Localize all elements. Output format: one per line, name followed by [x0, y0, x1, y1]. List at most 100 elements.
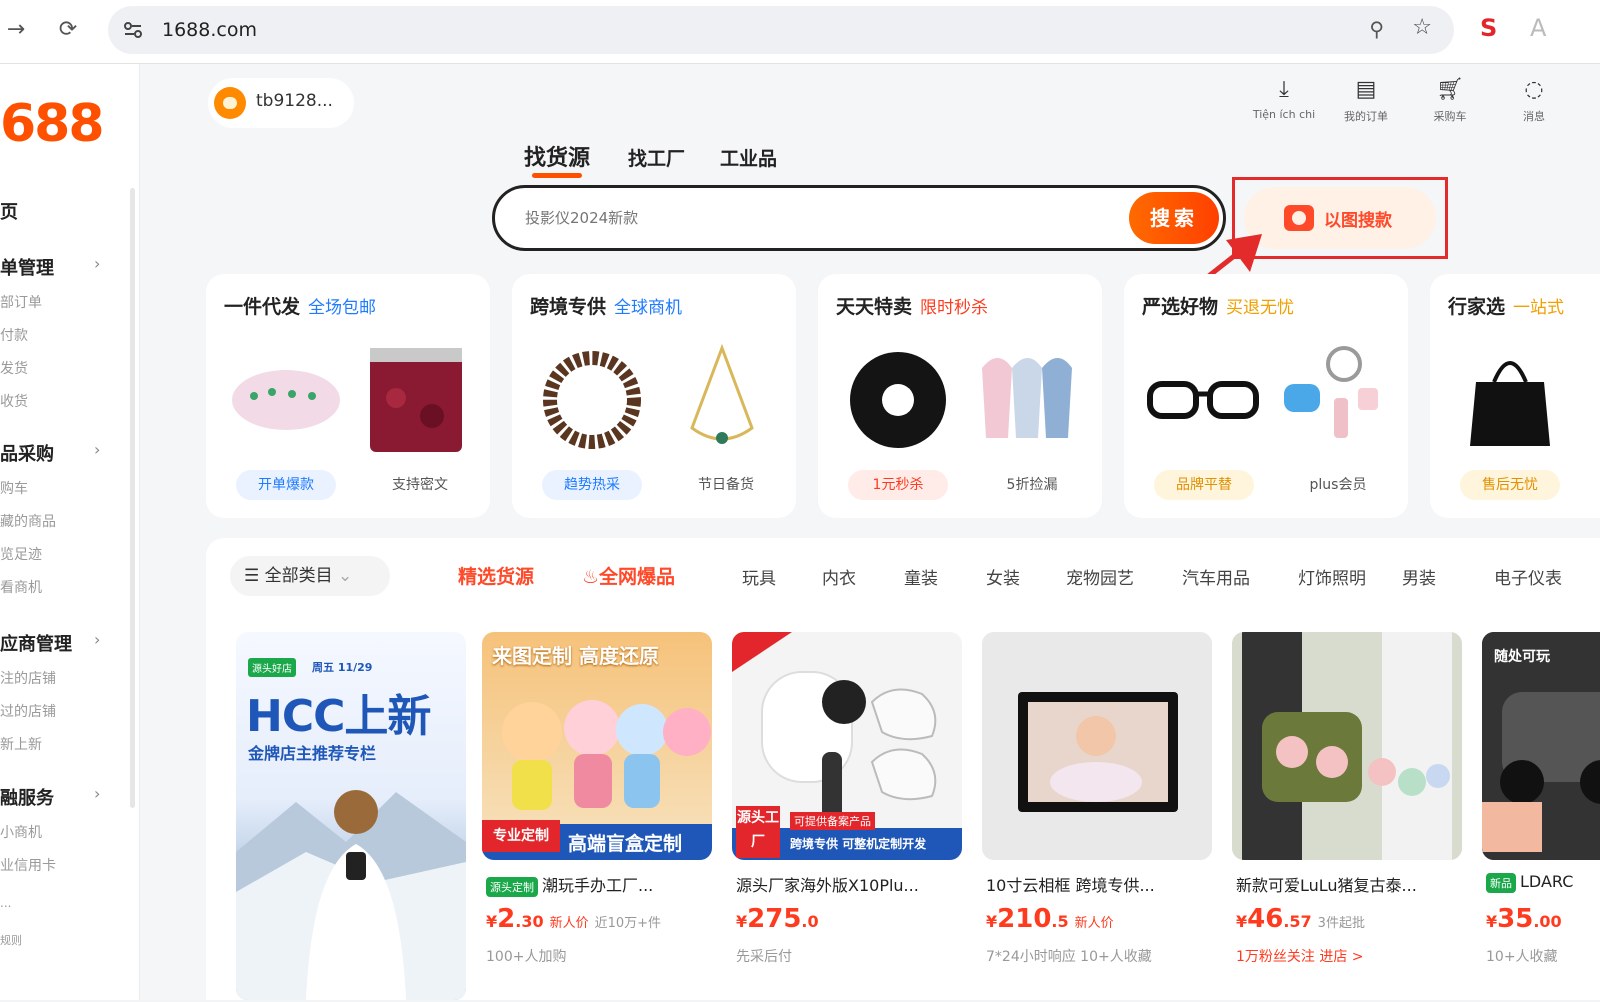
promo-card-daily-deals[interactable]: 天天特卖 限时秒杀 1元秒杀 5折捡漏: [818, 274, 1102, 518]
promo-label[interactable]: 5折捡漏: [982, 474, 1082, 494]
category-item[interactable]: 男装: [1402, 564, 1436, 589]
category-item[interactable]: 灯饰照明: [1298, 564, 1366, 589]
download-extension-button[interactable]: ⤓ Tiện ích chi: [1244, 76, 1324, 121]
sidebar-subitem[interactable]: 付款: [0, 325, 28, 345]
product-image[interactable]: 来图定制 高度还原 专业定制 高端盲盒定制: [482, 632, 712, 860]
product-image[interactable]: [1232, 632, 1462, 860]
product-card[interactable]: 源头工厂 可提供备案产品 跨境专供 可整机定制开发 源头厂家海外版X10Plu.…: [732, 632, 962, 1002]
sidebar-item-home[interactable]: 页: [0, 198, 18, 224]
message-icon: ◌: [1524, 77, 1544, 102]
sidebar-subitem[interactable]: 发货: [0, 358, 28, 378]
category-item[interactable]: 汽车用品: [1182, 564, 1250, 589]
product-card[interactable]: 10寸云相框 跨境专供... ¥210.5 新人价 7*24小时响应 10+人收藏: [982, 632, 1212, 1002]
cart-icon: 🛒︎: [1436, 77, 1464, 102]
user-account[interactable]: tb9128...: [208, 78, 354, 128]
extension-a-icon[interactable]: A: [1530, 14, 1546, 42]
product-thumbnail[interactable]: [226, 338, 346, 458]
tab-find-factory[interactable]: 找工厂: [628, 144, 685, 171]
toy-figures-illustration: [502, 700, 711, 810]
sidebar-item-suppliers[interactable]: 应商管理 ›: [0, 630, 100, 656]
product-thumbnail[interactable]: [1274, 338, 1394, 458]
category-item[interactable]: 内衣: [822, 564, 856, 589]
category-hot[interactable]: ♨全网爆品: [582, 562, 675, 589]
site-settings-icon[interactable]: [122, 19, 144, 41]
category-item[interactable]: 玩具: [742, 564, 776, 589]
chevron-right-icon: ›: [94, 630, 101, 649]
category-item[interactable]: 童装: [904, 564, 938, 589]
sidebar-item-finance[interactable]: 融服务 ›: [0, 784, 100, 810]
product-thumbnail[interactable]: [532, 338, 652, 458]
product-meta: 100+人加购: [486, 949, 567, 965]
product-title[interactable]: 新款可爱LuLu猪复古泰...: [1236, 872, 1462, 896]
search-input[interactable]: [525, 205, 1085, 231]
category-featured[interactable]: 精选货源: [458, 562, 534, 589]
promo-label[interactable]: plus会员: [1288, 474, 1388, 494]
product-meta[interactable]: 1万粉丝关注 进店 >: [1236, 946, 1364, 966]
promo-card-expert-pick[interactable]: 行家选 一站式 售后无忧: [1430, 274, 1600, 518]
promo-tag[interactable]: 1元秒杀: [848, 470, 948, 500]
promo-tag[interactable]: 售后无忧: [1460, 470, 1560, 500]
sidebar-subitem[interactable]: 小商机: [0, 822, 42, 842]
tab-industrial[interactable]: 工业品: [720, 144, 777, 171]
sidebar-scrollbar[interactable]: [130, 188, 135, 808]
extension-s-icon[interactable]: S: [1480, 14, 1497, 42]
product-card[interactable]: 随处可玩 新品 LDARC ¥35.00 10+人收藏: [1482, 632, 1600, 1002]
forward-icon[interactable]: →: [0, 14, 32, 46]
product-thumbnail[interactable]: [1144, 338, 1264, 458]
sidebar-subitem[interactable]: 部订单: [0, 292, 42, 312]
product-title[interactable]: 新品 LDARC: [1486, 872, 1600, 893]
product-title[interactable]: 源头定制 潮玩手办工厂...: [486, 872, 712, 897]
sidebar-item-purchasing[interactable]: 品采购 ›: [0, 440, 100, 466]
messages-button[interactable]: ◌ 消息: [1494, 76, 1574, 124]
sidebar-subitem[interactable]: 购车: [0, 478, 28, 498]
sidebar-more[interactable]: ...: [0, 896, 11, 910]
hcc-banner[interactable]: 源头好店 周五 11/29 HCC上新 金牌店主推荐专栏: [236, 632, 466, 1000]
bookmark-star-icon[interactable]: ☆: [1412, 15, 1432, 40]
product-thumbnail[interactable]: [1450, 338, 1570, 458]
sidebar-subitem[interactable]: 注的店铺: [0, 668, 56, 688]
address-bar[interactable]: 1688.com ⚲ ☆: [108, 6, 1454, 54]
sidebar-subitem[interactable]: 过的店铺: [0, 701, 56, 721]
sidebar-subitem[interactable]: 收货: [0, 391, 28, 411]
product-image[interactable]: 随处可玩: [1482, 632, 1600, 860]
username[interactable]: tb9128...: [256, 91, 333, 111]
product-thumbnail[interactable]: [968, 338, 1088, 458]
product-card[interactable]: 来图定制 高度还原 专业定制 高端盲盒定制 源头定制 潮玩手办工厂... ¥2.3…: [482, 632, 712, 1002]
category-item[interactable]: 宠物园艺: [1066, 564, 1134, 589]
category-item[interactable]: 电子仪表: [1494, 564, 1562, 589]
my-orders-button[interactable]: ▤ 我的订单: [1326, 76, 1406, 124]
tab-find-source[interactable]: 找货源: [524, 140, 590, 178]
promo-label[interactable]: 支持密文: [370, 474, 470, 494]
promo-tag[interactable]: 开单爆款: [236, 470, 336, 500]
product-thumbnail[interactable]: [838, 338, 958, 458]
promo-label[interactable]: 节日备货: [676, 474, 776, 494]
url-text[interactable]: 1688.com: [162, 19, 257, 41]
sidebar-subitem[interactable]: 业信用卡: [0, 855, 56, 875]
product-card[interactable]: 新款可爱LuLu猪复古泰... ¥46.57 3件起批 1万粉丝关注 进店 >: [1232, 632, 1462, 1002]
promo-card-dropship[interactable]: 一件代发 全场包邮 开单爆款 支持密文: [206, 274, 490, 518]
sidebar-subitem[interactable]: 览足迹: [0, 544, 42, 564]
zoom-icon[interactable]: ⚲: [1369, 17, 1384, 41]
product-thumbnail[interactable]: [662, 338, 782, 458]
site-logo[interactable]: 688: [0, 94, 105, 154]
product-title[interactable]: 10寸云相框 跨境专供...: [986, 872, 1212, 896]
product-title[interactable]: 源头厂家海外版X10Plu...: [736, 872, 962, 896]
sidebar-subitem[interactable]: 新上新: [0, 734, 42, 754]
promo-tag[interactable]: 趋势热采: [542, 470, 642, 500]
all-categories-dropdown[interactable]: ☰ 全部类目 ⌄: [230, 556, 390, 596]
product-image[interactable]: [982, 632, 1212, 860]
product-thumbnail[interactable]: [356, 338, 476, 458]
sidebar-subitem[interactable]: 看商机: [0, 577, 42, 597]
sidebar-item-orders[interactable]: 单管理 ›: [0, 254, 100, 280]
product-image[interactable]: 源头工厂 可提供备案产品 跨境专供 可整机定制开发: [732, 632, 962, 860]
avatar: [214, 87, 246, 119]
reload-icon[interactable]: ⟳: [52, 14, 84, 46]
cart-button[interactable]: 🛒︎ 采购车: [1410, 76, 1490, 124]
product-price: ¥210.5 新人价: [986, 904, 1114, 934]
sidebar-subitem[interactable]: 藏的商品: [0, 511, 56, 531]
sidebar-footer-link[interactable]: 规则: [0, 932, 22, 948]
promo-card-crossborder[interactable]: 跨境专供 全球商机 趋势热采 节日备货: [512, 274, 796, 518]
promo-tag[interactable]: 品牌平替: [1154, 470, 1254, 500]
promo-card-selected[interactable]: 严选好物 买退无忧 品牌平替 plus会员: [1124, 274, 1408, 518]
category-item[interactable]: 女装: [986, 564, 1020, 589]
